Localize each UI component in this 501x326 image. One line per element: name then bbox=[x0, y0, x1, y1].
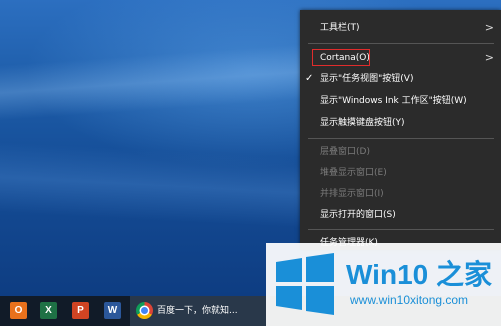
menu-item-label: 堆叠显示窗口(E) bbox=[320, 168, 387, 178]
menu-item-toolbars[interactable]: 工具栏(T) > bbox=[300, 18, 501, 38]
powerpoint-icon[interactable]: P bbox=[72, 302, 89, 319]
taskbar-window-title: 百度一下，你就知... bbox=[157, 306, 238, 316]
menu-item-show-windows-ink[interactable]: 显示"Windows Ink 工作区"按钮(W) bbox=[300, 91, 501, 111]
chevron-right-icon: > bbox=[484, 21, 494, 34]
watermark-url: www.win10xitong.com bbox=[350, 293, 469, 307]
annotation-highlight-box bbox=[312, 49, 370, 66]
outlook-icon[interactable]: O bbox=[10, 302, 27, 319]
menu-item-show-task-view[interactable]: ✓ 显示"任务视图"按钮(V) bbox=[300, 69, 501, 89]
word-icon[interactable]: W bbox=[104, 302, 121, 319]
menu-item-cascade-windows: 层叠窗口(D) bbox=[300, 142, 501, 162]
chevron-right-icon: > bbox=[484, 51, 494, 64]
excel-icon[interactable]: X bbox=[40, 302, 57, 319]
menu-separator bbox=[308, 229, 494, 230]
menu-item-label: 工具栏(T) bbox=[320, 23, 360, 33]
windows-logo-icon bbox=[276, 253, 334, 315]
wallpaper-light-beam bbox=[0, 142, 300, 228]
menu-separator bbox=[308, 43, 494, 44]
menu-item-stack-windows: 堆叠显示窗口(E) bbox=[300, 163, 501, 183]
menu-item-label: 显示触摸键盘按钮(Y) bbox=[320, 118, 405, 128]
menu-item-label: 显示"任务视图"按钮(V) bbox=[320, 74, 414, 84]
menu-item-show-desktop[interactable]: 显示打开的窗口(S) bbox=[300, 205, 501, 225]
menu-item-side-by-side-windows: 并排显示窗口(I) bbox=[300, 184, 501, 204]
watermark-title: Win10 之家 bbox=[346, 259, 492, 290]
watermark: Win10 之家 www.win10xitong.com bbox=[266, 243, 501, 326]
taskbar-context-menu: 工具栏(T) > Cortana(O) > ✓ 显示"任务视图"按钮(V) 显示… bbox=[300, 10, 501, 250]
chrome-icon bbox=[136, 302, 153, 319]
menu-item-label: 显示打开的窗口(S) bbox=[320, 210, 396, 220]
wallpaper-light-beam bbox=[0, 44, 300, 121]
check-icon: ✓ bbox=[305, 73, 314, 84]
menu-item-label: 显示"Windows Ink 工作区"按钮(W) bbox=[320, 96, 467, 106]
menu-separator bbox=[308, 138, 494, 139]
menu-item-label: 层叠窗口(D) bbox=[320, 147, 370, 157]
menu-item-show-touch-keyboard[interactable]: 显示触摸键盘按钮(Y) bbox=[300, 113, 501, 133]
menu-item-label: 并排显示窗口(I) bbox=[320, 189, 384, 199]
